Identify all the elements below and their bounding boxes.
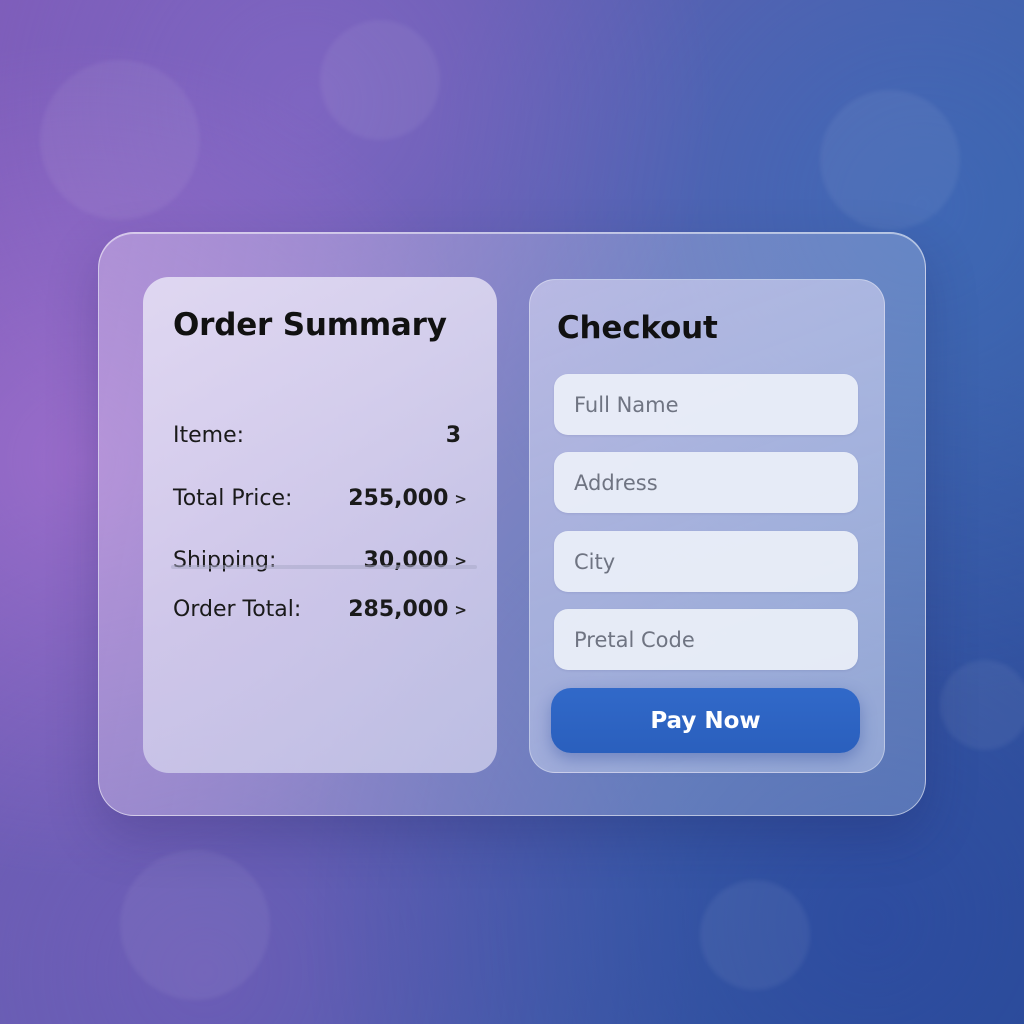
- total-price-value: 255,000: [348, 486, 449, 511]
- shipping-row[interactable]: Shipping: 30,000 >: [173, 548, 467, 573]
- city-input[interactable]: [554, 531, 858, 592]
- shipping-label: Shipping:: [173, 548, 277, 573]
- background-bokeh: [40, 60, 200, 220]
- pay-now-button[interactable]: Pay Now: [551, 688, 860, 753]
- order-total-row[interactable]: Order Total: 285,000 >: [173, 597, 467, 622]
- background-bokeh: [940, 660, 1024, 750]
- checkout-card: Checkout Pay Now: [529, 279, 885, 773]
- shipping-value-group: 30,000 >: [364, 548, 467, 573]
- order-summary-card: Order Summary Iteme: 3 Total Price: 255,…: [143, 277, 497, 773]
- chevron-right-icon[interactable]: >: [454, 490, 467, 508]
- chevron-right-icon[interactable]: >: [454, 601, 467, 619]
- summary-divider: [171, 565, 477, 569]
- total-price-label: Total Price:: [173, 486, 293, 511]
- items-row: Iteme: 3: [173, 423, 467, 448]
- background-bokeh: [120, 850, 270, 1000]
- checkout-title: Checkout: [557, 310, 718, 346]
- total-price-row[interactable]: Total Price: 255,000 >: [173, 486, 467, 511]
- address-input[interactable]: [554, 452, 858, 513]
- background-bokeh: [320, 20, 440, 140]
- order-summary-title: Order Summary: [173, 307, 447, 343]
- order-total-label: Order Total:: [173, 597, 302, 622]
- items-value: 3: [445, 423, 461, 448]
- background-bokeh: [820, 90, 960, 230]
- order-total-value-group: 285,000 >: [348, 597, 467, 622]
- postal-code-input[interactable]: [554, 609, 858, 670]
- total-price-value-group: 255,000 >: [348, 486, 467, 511]
- items-label: Iteme:: [173, 423, 245, 448]
- shipping-value: 30,000: [363, 548, 449, 573]
- full-name-input[interactable]: [554, 374, 858, 435]
- background-bokeh: [700, 880, 810, 990]
- checkout-panel: Order Summary Iteme: 3 Total Price: 255,…: [98, 232, 926, 816]
- order-total-value: 285,000: [348, 597, 449, 622]
